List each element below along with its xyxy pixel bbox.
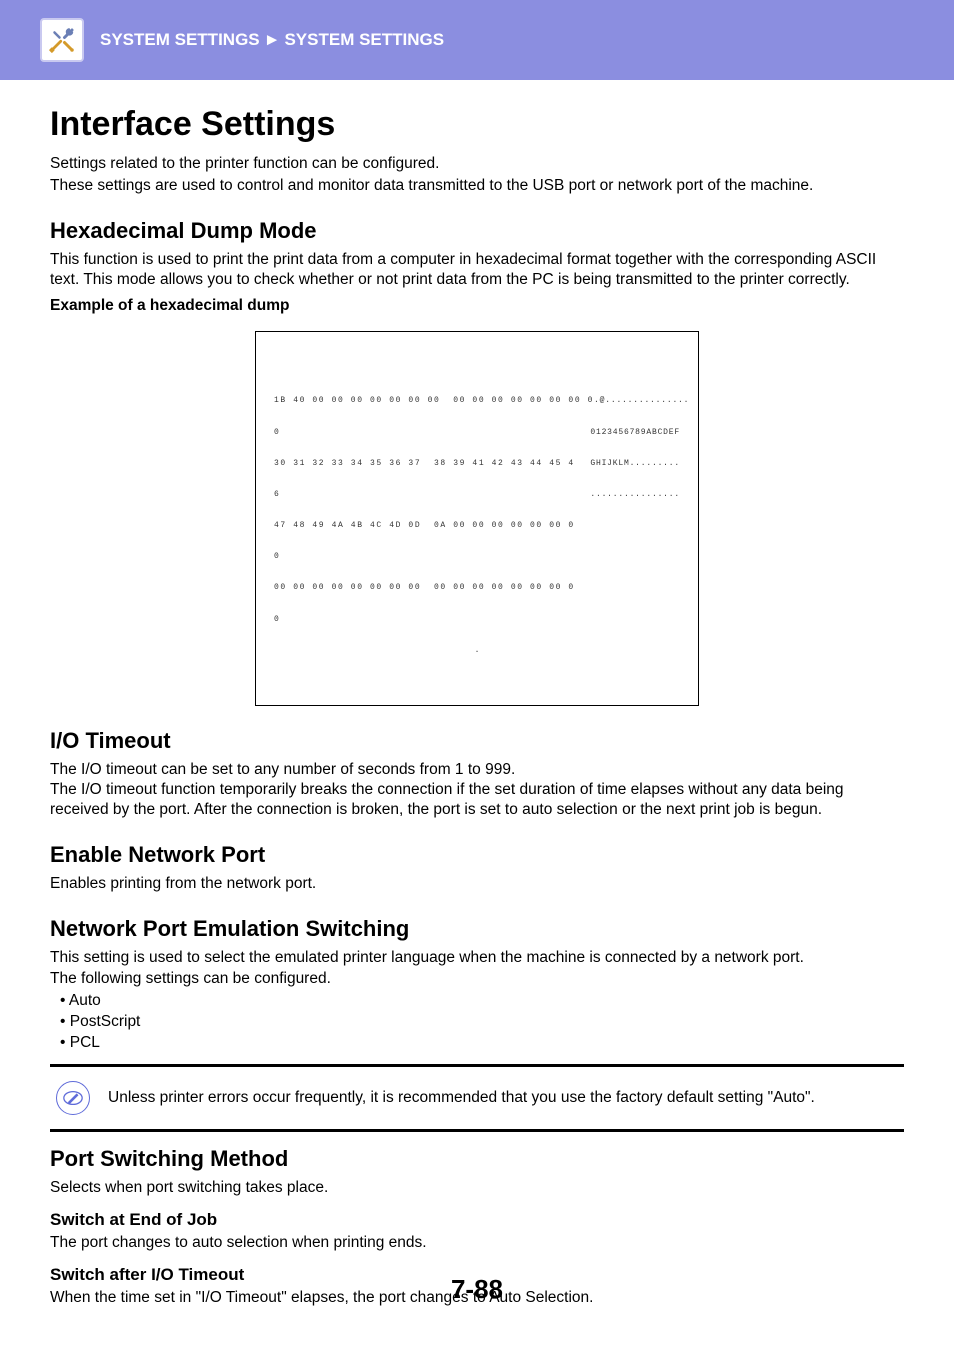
hex-row: 1B 40 00 00 00 00 00 00 00 00 00 00 00 0… xyxy=(274,396,594,406)
section-hex-heading: Hexadecimal Dump Mode xyxy=(50,218,904,244)
hex-dump-box: 1B 40 00 00 00 00 00 00 00 00 00 00 00 0… xyxy=(255,331,699,706)
intro: Settings related to the printer function… xyxy=(50,154,904,196)
content: Interface Settings Settings related to t… xyxy=(0,80,954,1308)
divider xyxy=(50,1129,904,1132)
npes-line-1: This setting is used to select the emula… xyxy=(50,948,904,968)
hex-row: 6 xyxy=(274,490,280,500)
enp-body: Enables printing from the network port. xyxy=(50,874,904,894)
page-number: 7-88 xyxy=(0,1274,954,1305)
header-bar: SYSTEM SETTINGS ► SYSTEM SETTINGS xyxy=(0,0,954,80)
hex-row: 0 xyxy=(274,552,280,562)
breadcrumb-part-1[interactable]: SYSTEM SETTINGS xyxy=(100,30,260,50)
intro-line-2: These settings are used to control and m… xyxy=(50,176,904,196)
psm-body: Selects when port switching takes place. xyxy=(50,1178,904,1198)
io-line-1: The I/O timeout can be set to any number… xyxy=(50,760,904,780)
psm-sub1-heading: Switch at End of Job xyxy=(50,1210,904,1230)
hex-ascii: 0123456789ABCDEF xyxy=(590,428,680,438)
hex-ascii: .@............... xyxy=(594,396,689,406)
intro-line-1: Settings related to the printer function… xyxy=(50,154,904,174)
npes-options: • Auto • PostScript • PCL xyxy=(50,991,904,1054)
breadcrumb-part-2[interactable]: SYSTEM SETTINGS xyxy=(284,30,444,50)
hex-row: 00 00 00 00 00 00 00 00 00 00 00 00 00 0… xyxy=(274,583,575,593)
breadcrumb: SYSTEM SETTINGS ► SYSTEM SETTINGS xyxy=(100,30,444,50)
note-text: Unless printer errors occur frequently, … xyxy=(108,1089,815,1107)
hex-row: 30 31 32 33 34 35 36 37 38 39 41 42 43 4… xyxy=(274,459,575,469)
pencil-icon xyxy=(56,1081,90,1115)
hex-row: 47 48 49 4A 4B 4C 4D 0D 0A 00 00 00 00 0… xyxy=(274,521,575,531)
hex-ascii: ................ xyxy=(590,490,680,500)
npes-line-2: The following settings can be configured… xyxy=(50,969,904,989)
io-line-2: The I/O timeout function temporarily bre… xyxy=(50,780,904,820)
hex-row: 0 xyxy=(274,428,280,438)
section-npes-heading: Network Port Emulation Switching xyxy=(50,916,904,942)
section-hex-body: This function is used to print the print… xyxy=(50,250,904,290)
section-psm-heading: Port Switching Method xyxy=(50,1146,904,1172)
psm-sub1-body: The port changes to auto selection when … xyxy=(50,1233,904,1253)
section-io-heading: I/O Timeout xyxy=(50,728,904,754)
bullet-pcl: • PCL xyxy=(60,1033,904,1054)
page-title: Interface Settings xyxy=(50,105,904,144)
bullet-auto: • Auto xyxy=(60,991,904,1012)
section-enp-heading: Enable Network Port xyxy=(50,842,904,868)
bullet-postscript: • PostScript xyxy=(60,1012,904,1033)
breadcrumb-separator-icon: ► xyxy=(264,30,281,50)
hex-example-label: Example of a hexadecimal dump xyxy=(50,297,904,315)
tools-icon xyxy=(40,18,84,62)
note: Unless printer errors occur frequently, … xyxy=(50,1077,904,1119)
page: SYSTEM SETTINGS ► SYSTEM SETTINGS Interf… xyxy=(0,0,954,1350)
hex-ascii: GHIJKLM......... xyxy=(590,459,680,469)
divider xyxy=(50,1064,904,1067)
hex-row: 0 xyxy=(274,615,280,625)
hex-dump-figure: 1B 40 00 00 00 00 00 00 00 00 00 00 00 0… xyxy=(50,331,904,706)
